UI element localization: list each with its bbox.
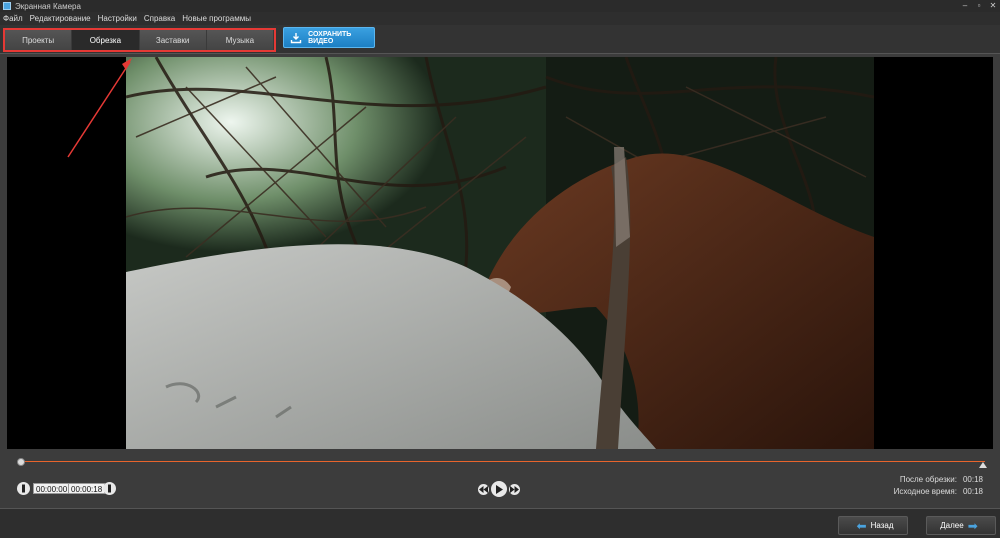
next-label: Далее bbox=[940, 521, 964, 530]
fast-forward-icon bbox=[510, 485, 519, 493]
video-frame bbox=[126, 57, 874, 449]
tab-intros[interactable]: Заставки bbox=[139, 30, 207, 50]
source-time-value: 00:18 bbox=[962, 487, 983, 496]
trim-end-marker[interactable] bbox=[979, 462, 987, 468]
start-marker-icon bbox=[22, 484, 25, 493]
app-icon bbox=[3, 2, 11, 10]
download-icon bbox=[289, 31, 302, 45]
back-button[interactable]: ⬅ Назад bbox=[838, 516, 908, 535]
menu-help[interactable]: Справка bbox=[144, 14, 175, 23]
maximize-icon[interactable]: ▫ bbox=[972, 0, 986, 12]
video-preview[interactable] bbox=[7, 57, 993, 449]
menu-file[interactable]: Файл bbox=[3, 14, 23, 23]
save-video-label: СОХРАНИТЬ ВИДЕО bbox=[308, 30, 352, 45]
source-time-info: Исходное время: 00:18 bbox=[894, 487, 983, 496]
tab-trim[interactable]: Обрезка bbox=[72, 30, 140, 50]
trim-end-time[interactable]: 00:00:18 bbox=[68, 483, 106, 494]
after-trim-label: После обрезки: bbox=[899, 475, 957, 484]
minimize-icon[interactable]: – bbox=[958, 0, 972, 12]
playhead-handle[interactable] bbox=[17, 458, 25, 466]
menu-settings[interactable]: Настройки bbox=[98, 14, 137, 23]
title-bar: Экранная Камера – ▫ ✕ bbox=[0, 0, 1000, 12]
trim-start-time[interactable]: 00:00:00 bbox=[33, 483, 71, 494]
menu-new-programs[interactable]: Новые программы bbox=[182, 14, 251, 23]
arrow-right-icon: ➡ bbox=[967, 518, 978, 533]
source-time-label: Исходное время: bbox=[893, 487, 957, 496]
arrow-left-icon: ⬅ bbox=[856, 518, 867, 533]
after-trim-value: 00:18 bbox=[962, 475, 983, 484]
play-button[interactable] bbox=[491, 481, 507, 497]
set-start-marker-button[interactable] bbox=[17, 482, 30, 495]
save-video-button[interactable]: СОХРАНИТЬ ВИДЕО bbox=[283, 27, 375, 48]
after-trim-info: После обрезки: 00:18 bbox=[900, 475, 983, 484]
end-marker-icon bbox=[108, 484, 111, 493]
fast-forward-button[interactable] bbox=[509, 483, 520, 495]
next-button[interactable]: Далее ➡ bbox=[926, 516, 996, 535]
video-image bbox=[126, 57, 874, 449]
set-end-marker-button[interactable] bbox=[103, 482, 116, 495]
rewind-button[interactable] bbox=[478, 483, 489, 495]
player-controls bbox=[478, 481, 520, 497]
window-controls: – ▫ ✕ bbox=[958, 0, 1000, 12]
timeline-track bbox=[19, 461, 985, 462]
rewind-icon bbox=[479, 485, 488, 493]
close-icon[interactable]: ✕ bbox=[986, 0, 1000, 12]
tab-projects[interactable]: Проекты bbox=[5, 30, 73, 50]
play-icon bbox=[496, 484, 503, 494]
tab-bar: Проекты Обрезка Заставки Музыка bbox=[3, 28, 276, 52]
window-title: Экранная Камера bbox=[15, 1, 81, 11]
timeline[interactable] bbox=[17, 458, 987, 468]
back-label: Назад bbox=[870, 521, 894, 530]
menu-bar: Файл Редактирование Настройки Справка Но… bbox=[0, 12, 1000, 25]
tab-music[interactable]: Музыка bbox=[206, 30, 274, 50]
menu-edit[interactable]: Редактирование bbox=[30, 14, 91, 23]
